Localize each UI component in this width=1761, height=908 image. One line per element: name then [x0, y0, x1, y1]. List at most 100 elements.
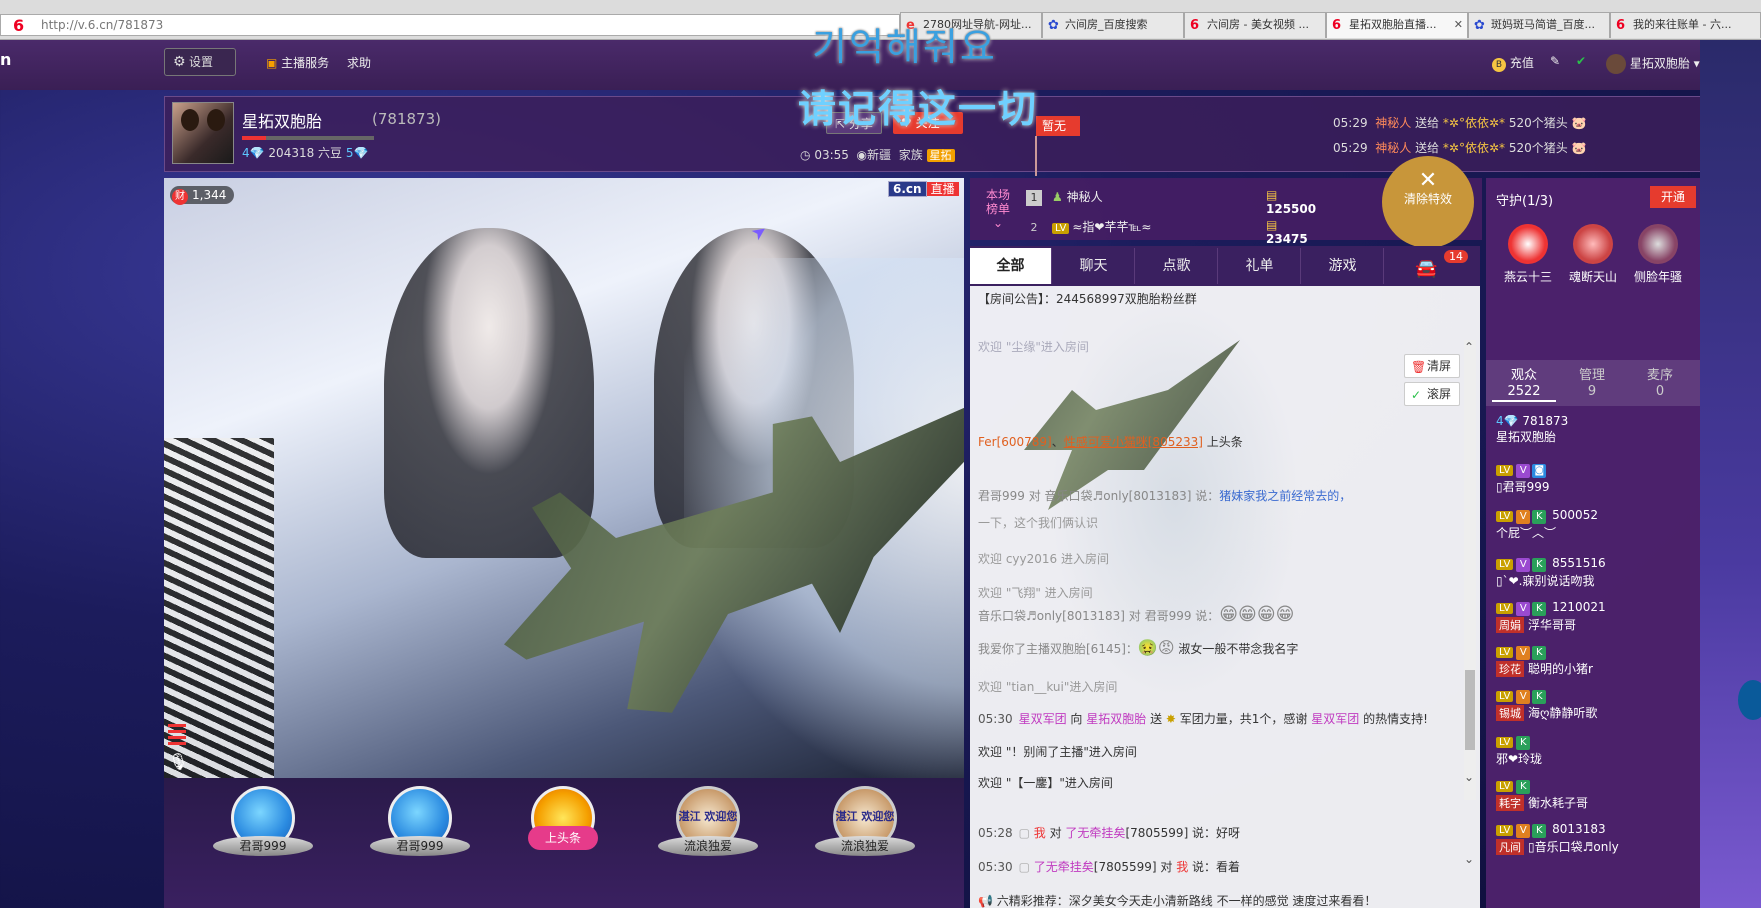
speech-icon: ▢ [1018, 860, 1030, 874]
tab-audience[interactable]: 观众 2522 [1492, 368, 1556, 402]
headline-gift[interactable]: 上头条 [513, 786, 613, 896]
anchor-name[interactable]: 星拓双胞胎 [242, 108, 322, 132]
paw-icon: ✿ [1048, 18, 1059, 33]
phone-icon: ▯ [1496, 480, 1503, 494]
guard-member[interactable]: 燕云十三 [1498, 224, 1558, 285]
edit-icon[interactable]: ✎ [1550, 54, 1560, 68]
page-edge-background [1700, 40, 1761, 908]
audience-row[interactable]: LV V K 500052 个屁︶︿︶ [1496, 508, 1598, 541]
coin-icon: B [1492, 58, 1506, 72]
tab-chat[interactable]: 聊天 [1053, 248, 1135, 284]
tab-live-room[interactable]: 6 星拓双胞胎直播... ✕ [1326, 12, 1468, 38]
open-guard-button[interactable]: 开通 [1650, 186, 1696, 208]
paw-icon: ✿ [1474, 18, 1485, 33]
audience-row[interactable]: LV V K 8013183 凡间 ▯音乐口袋♬only [1496, 822, 1619, 855]
gift-notice: 05:29 神秘人 送给 *✲°依依✲* 520个猪头 🐷 [1333, 141, 1587, 155]
scroll-up-icon[interactable]: ⌃ [1464, 340, 1474, 354]
welcome-gift[interactable]: 湛江 欢迎您 流浪独爱 [815, 786, 915, 896]
chat-line: 05:28 ▢ 我 对 了无牵挂矣[7805599] 说：好呀 [978, 826, 1241, 840]
flag-badge: 暂无 [1035, 116, 1080, 176]
volume-meter[interactable] [168, 724, 186, 748]
audience-row[interactable]: LV V ◙ ▯君哥999 [1496, 462, 1550, 495]
room-notice: 【房间公告】：244568997双胞胎粉丝群 [978, 292, 1197, 306]
tab-baidu-search[interactable]: ✿ 六间房_百度搜索 [1042, 12, 1184, 38]
tab-game[interactable]: 游戏 [1302, 248, 1384, 284]
tab-bills[interactable]: 6 我的来往账单 - 六... [1610, 12, 1761, 38]
audience-row[interactable]: LV K 耗字 衡水耗子哥 [1496, 778, 1588, 811]
megaphone-icon: 📢 [978, 894, 993, 908]
tab-6-icon: 6 [1190, 18, 1200, 33]
recharge-link[interactable]: B 充值 [1492, 54, 1534, 72]
anchor-room-id: (781873) [372, 110, 441, 128]
tab-admins[interactable]: 管理 9 [1560, 368, 1624, 400]
overlay-korean-text: 기억해줘요 [812, 25, 997, 69]
close-icon: ✕ [1418, 168, 1438, 193]
chat-line: 05:30 ▢ 了无牵挂矣[7805599] 对 我 说：看着 [978, 860, 1241, 874]
gift-icon: ▣ [266, 56, 278, 70]
tab-mic-queue[interactable]: 麦序 0 [1628, 368, 1692, 400]
scroll-thumb[interactable] [1465, 670, 1475, 750]
audience-row[interactable]: LV V K 1210021 周娟 浮华哥哥 [1496, 600, 1606, 633]
tab-song[interactable]: 点歌 [1136, 248, 1218, 284]
gift-item[interactable]: 君哥999 [370, 786, 470, 896]
anchor-stats: 4💎 204318 六豆 5💎 [242, 146, 369, 160]
help-link[interactable]: 求助 [347, 54, 371, 71]
clock-icon: ◷ [800, 148, 811, 162]
tab-baidu-zhidao[interactable]: ✿ 斑妈斑马简谱_百度... [1468, 12, 1610, 38]
audience-row[interactable]: LV V K 珍花 聪明的小猪r [1496, 644, 1593, 677]
star-badge-icon: ✸ [1165, 712, 1176, 726]
audience-row[interactable]: LV V K 锡城 海ღ静静听歌 [1496, 688, 1597, 721]
anchor-service-link[interactable]: ▣ 主播服务 [266, 54, 329, 71]
pig-icon: 🐷 [1571, 116, 1587, 130]
tab-6cn-home[interactable]: 6 六间房 - 美女视频 ... [1184, 12, 1326, 38]
family-tag[interactable]: 星拓 [926, 149, 955, 162]
audience-row[interactable]: LV K 邪❤玲珑 [1496, 734, 1542, 767]
chat-line: 音乐口袋♬only[8013183] 对 君哥999 说：😁😁😁😁 [978, 604, 1295, 625]
auto-scroll-button[interactable]: ✓ 滚屏 [1404, 382, 1460, 406]
scroll-down-icon[interactable]: ⌄ [1464, 770, 1474, 784]
gift-item[interactable]: 君哥999 [213, 786, 313, 896]
rank-label[interactable]: 本场榜单 ⌄ [984, 188, 1012, 230]
guard-avatar [1573, 224, 1613, 264]
site-6cn-icon: 6 [13, 16, 25, 35]
chat-scrollbar[interactable] [1464, 340, 1476, 800]
guard-member[interactable]: 魂断天山 [1563, 224, 1623, 285]
diamond-icon: 💎 [1503, 414, 1519, 428]
tab-6-icon: 6 [1332, 18, 1342, 33]
mystery-user-icon: ♟ [1052, 190, 1063, 204]
tab-all[interactable]: 全部 [970, 248, 1052, 284]
rank-row[interactable]: 1 ♟ 神秘人 ▤ 125500 [1026, 188, 1316, 216]
close-tab-icon[interactable]: ✕ [1454, 13, 1463, 37]
audience-row[interactable]: LV V K 8551516 ▯`❤.寐别说话吻我 [1496, 556, 1606, 589]
chat-line: Fer[600789]、性感可爱小猫咪[805233] 上头条 [978, 435, 1243, 449]
trash-icon: 🗑 [1411, 360, 1427, 374]
chevron-down-icon: ⌄ [992, 216, 1004, 230]
rank-row[interactable]: 2 LV ≈指❤芊芊℡≈ ▤ 23475 [1026, 218, 1308, 246]
diamond-icon: 💎 [249, 146, 265, 160]
mic-icon[interactable]: 🎙 [168, 752, 188, 771]
chat-line: 欢迎 cyy2016 进入房间 [978, 552, 1109, 566]
car-icon[interactable]: 🚘 [1415, 258, 1437, 279]
guard-member[interactable]: 侧脸年骚 [1628, 224, 1688, 285]
overlay-chinese-text: 请记得这一切 [798, 87, 1039, 131]
audience-row[interactable]: 4💎 781873 星拓双胞胎 [1496, 414, 1568, 445]
anchor-avatar[interactable] [172, 102, 234, 164]
live-video[interactable] [164, 178, 964, 778]
chat-line: 一下，这个我们俩认识 [978, 516, 1099, 530]
check-icon: ✓ [1411, 388, 1422, 402]
clear-screen-button[interactable]: 🗑 清屏 [1404, 354, 1460, 378]
tab-gift-list[interactable]: 礼单 [1219, 248, 1301, 284]
welcome-gift[interactable]: 湛江 欢迎您 流浪独爱 [658, 786, 758, 896]
phone-icon: ▯ [1496, 574, 1503, 588]
scroll-down-icon[interactable]: ⌄ [1464, 852, 1474, 866]
recommend-banner[interactable]: 📢 六精彩推荐：深夕美女今天走小清新路线 不一样的感觉 速度过来看看！ [978, 892, 1376, 908]
user-menu[interactable]: 星拓双胞胎 ▾ [1606, 54, 1700, 74]
user-avatar [1606, 54, 1626, 74]
wealth-badge: 财 1,344 [170, 186, 235, 205]
pig-icon: 🐷 [1571, 141, 1587, 155]
floating-side-button[interactable] [1738, 680, 1761, 720]
settings-button[interactable]: ⚙ 设置 [164, 48, 236, 76]
address-bar[interactable]: 6 http://v.6.cn/781873 [0, 14, 900, 36]
speech-icon: ▢ [1018, 826, 1030, 840]
clear-effects-button[interactable]: ✕ 清除特效 [1382, 156, 1474, 248]
